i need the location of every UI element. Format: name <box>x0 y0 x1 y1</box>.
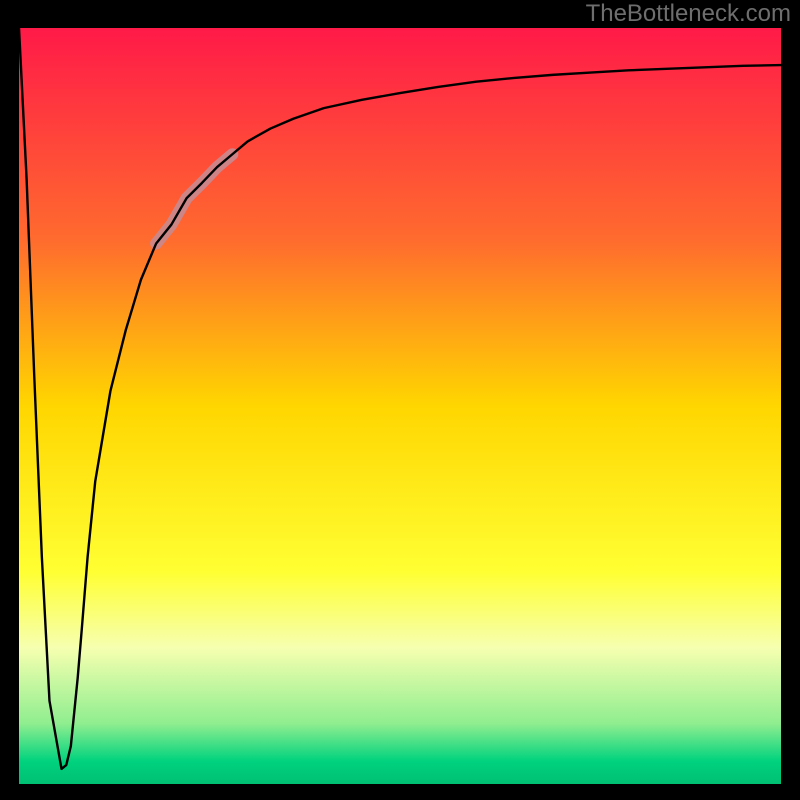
bottleneck-chart: TheBottleneck.com <box>0 0 800 800</box>
watermark-text: TheBottleneck.com <box>586 0 791 28</box>
chart-canvas <box>0 0 800 800</box>
chart-background-gradient <box>19 28 781 784</box>
